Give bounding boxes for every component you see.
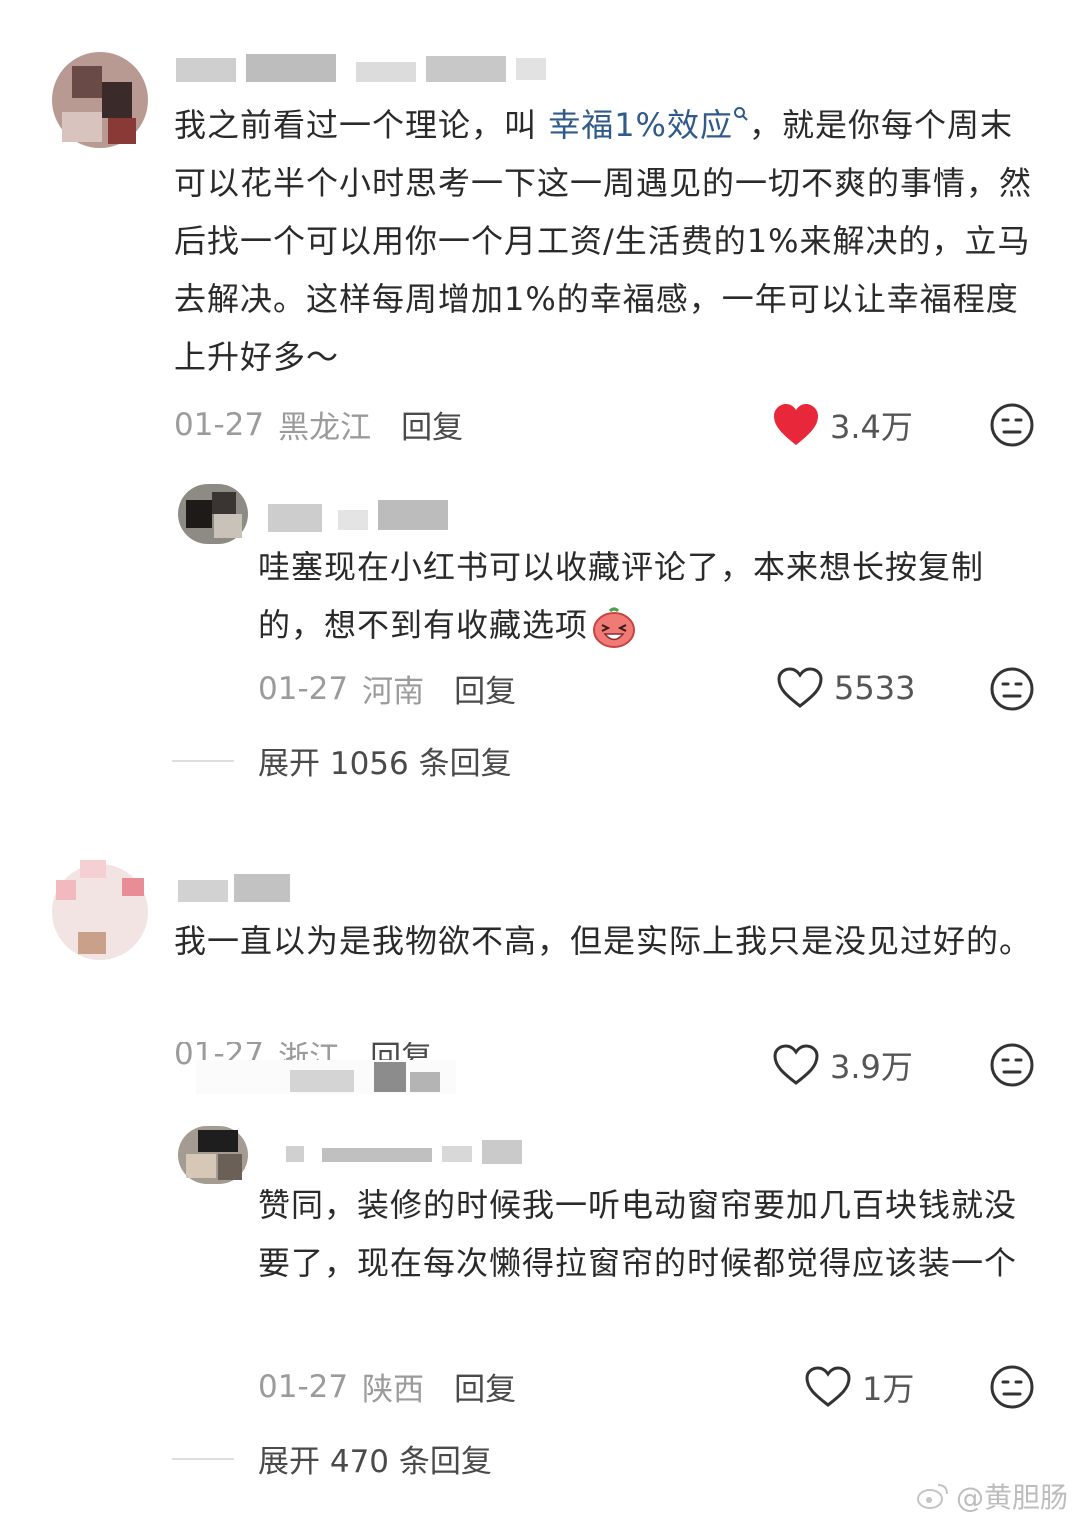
reply-button[interactable]: 回复 bbox=[454, 666, 516, 711]
reply-location: 河南 bbox=[362, 674, 425, 710]
username-blurred[interactable] bbox=[268, 500, 468, 534]
username-blurred[interactable] bbox=[176, 54, 556, 84]
reply-button[interactable]: 回复 bbox=[454, 1364, 516, 1409]
divider bbox=[172, 759, 234, 762]
expand-replies-button[interactable]: 展开 470 条回复 bbox=[172, 1436, 492, 1481]
comment-meta: 01-27 黑龙江 回复 bbox=[174, 402, 463, 447]
like-count: 3.9万 bbox=[830, 1048, 913, 1086]
like-count: 3.4万 bbox=[830, 408, 913, 446]
expand-replies-label: 展开 1056 条回复 bbox=[258, 746, 512, 782]
avatar[interactable] bbox=[178, 484, 248, 544]
dislike-face-icon[interactable] bbox=[989, 402, 1035, 448]
reply-text: 哇塞现在小红书可以收藏评论了，本来想长按复制的，想不到有收藏选项 bbox=[258, 538, 1028, 654]
reply-date: 01-27 bbox=[258, 670, 349, 707]
heart-outline-icon bbox=[773, 1044, 819, 1085]
comment-location: 黑龙江 bbox=[278, 410, 372, 446]
reply-location: 陕西 bbox=[362, 1372, 425, 1408]
search-icon bbox=[733, 107, 748, 121]
search-link[interactable]: 幸福1%效应 bbox=[548, 106, 749, 144]
expand-replies-label: 展开 470 条回复 bbox=[258, 1444, 492, 1480]
expand-replies-button[interactable]: 展开 1056 条回复 bbox=[172, 738, 512, 783]
laughing-emoji-icon bbox=[593, 607, 636, 648]
weibo-logo-icon bbox=[916, 1484, 948, 1509]
heart-outline-icon bbox=[805, 1366, 851, 1407]
divider bbox=[172, 1457, 234, 1460]
like-count: 5533 bbox=[834, 669, 916, 707]
avatar[interactable] bbox=[52, 860, 148, 964]
avatar[interactable] bbox=[178, 1126, 248, 1184]
dislike-face-icon[interactable] bbox=[989, 1042, 1035, 1088]
like-count: 1万 bbox=[862, 1370, 915, 1408]
reply-meta: 01-27 河南 回复 bbox=[258, 666, 516, 711]
reply-text: 赞同，装修的时候我一听电动窗帘要加几百块钱就没要了，现在每次懒得拉窗帘的时候都觉… bbox=[258, 1176, 1018, 1292]
like-button[interactable]: 3.4万 bbox=[772, 402, 913, 448]
comment-text: 我之前看过一个理论，叫 幸福1%效应 ，就是你每个周末可以花半个小时思考一下这一周… bbox=[174, 96, 1044, 386]
comment-text-part: 我之前看过一个理论，叫 bbox=[174, 106, 549, 144]
heart-outline-icon bbox=[777, 667, 823, 708]
dislike-face-icon[interactable] bbox=[989, 666, 1035, 712]
watermark-text: @黄胆肠 bbox=[955, 1481, 1068, 1514]
dislike-face-icon[interactable] bbox=[989, 1364, 1035, 1410]
username-blurred[interactable] bbox=[178, 874, 298, 904]
like-button[interactable]: 1万 bbox=[804, 1364, 914, 1410]
like-button[interactable]: 5533 bbox=[776, 666, 915, 710]
username-blurred[interactable] bbox=[286, 1140, 526, 1166]
heart-filled-icon bbox=[774, 404, 818, 445]
watermark: @黄胆肠 bbox=[916, 1476, 1068, 1516]
reply-text-content: 赞同，装修的时候我一听电动窗帘要加几百块钱就没要了，现在每次懒得拉窗帘的时候都觉… bbox=[258, 1186, 1018, 1282]
comment-text: 我一直以为是我物欲不高，但是实际上我只是没见过好的。 bbox=[174, 912, 1044, 970]
search-link-label: 幸福1%效应 bbox=[548, 106, 733, 144]
avatar[interactable] bbox=[52, 52, 148, 148]
reply-button[interactable]: 回复 bbox=[401, 402, 463, 447]
blur-overlay bbox=[196, 1060, 456, 1094]
comment-text-content: 我一直以为是我物欲不高，但是实际上我只是没见过好的。 bbox=[174, 922, 1033, 960]
comment-text-part: ，就是你每个周末可以花半个小时思考一下这一周遇见的一切不爽的事情，然后找一个可以… bbox=[174, 106, 1033, 376]
reply-date: 01-27 bbox=[258, 1368, 349, 1405]
comment-date: 01-27 bbox=[174, 406, 265, 443]
reply-meta: 01-27 陕西 回复 bbox=[258, 1364, 516, 1409]
like-button[interactable]: 3.9万 bbox=[772, 1042, 913, 1088]
